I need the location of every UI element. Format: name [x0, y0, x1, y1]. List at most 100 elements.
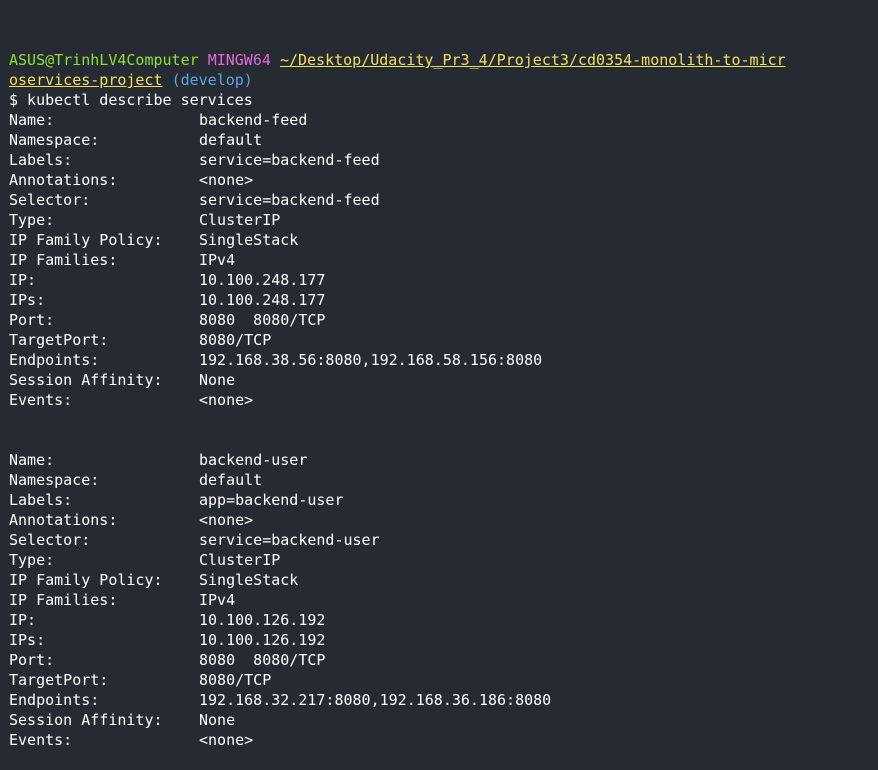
field-value: 8080/TCP	[199, 671, 272, 689]
field-value: default	[199, 471, 263, 489]
service-field-line: Session Affinity: None	[9, 710, 878, 730]
field-value: service=backend-user	[199, 531, 380, 549]
service-field-line: Port: 8080 8080/TCP	[9, 310, 878, 330]
field-key: Annotations:	[9, 511, 118, 529]
field-key: IPs:	[9, 631, 46, 649]
field-value: <none>	[199, 391, 254, 409]
service-field-line: IP Families: IPv4	[9, 590, 878, 610]
service-field-line: IP: 10.100.248.177	[9, 270, 878, 290]
service-field-line: IP Family Policy: SingleStack	[9, 230, 878, 250]
field-value: 10.100.126.192	[199, 611, 326, 629]
service-field-line: Type: ClusterIP	[9, 210, 878, 230]
field-key: IP Family Policy:	[9, 231, 163, 249]
field-key: Namespace:	[9, 131, 100, 149]
prompt-git-branch: (develop)	[171, 71, 253, 89]
field-key: IPs:	[9, 291, 46, 309]
field-key: Selector:	[9, 191, 91, 209]
field-key: IP:	[9, 271, 37, 289]
service-field-line: Namespace: default	[9, 130, 878, 150]
service-field-line: Type: ClusterIP	[9, 550, 878, 570]
field-value: SingleStack	[199, 571, 299, 589]
terminal-window[interactable]: ASUS@TrinhLV4Computer MINGW64 ~/Desktop/…	[0, 0, 878, 749]
field-value: 10.100.126.192	[199, 631, 326, 649]
field-value: ClusterIP	[199, 551, 281, 569]
field-value: default	[199, 131, 263, 149]
service-field-line: IPs: 10.100.248.177	[9, 290, 878, 310]
service-field-line: Annotations: <none>	[9, 170, 878, 190]
field-key: Session Affinity:	[9, 371, 163, 389]
field-key: Annotations:	[9, 171, 118, 189]
field-key: Name:	[9, 111, 55, 129]
field-value: 8080/TCP	[199, 331, 272, 349]
prompt-shell-name: MINGW64	[207, 51, 271, 69]
field-value: 10.100.248.177	[199, 271, 326, 289]
field-key: Port:	[9, 651, 55, 669]
prompt-line: ASUS@TrinhLV4Computer MINGW64 ~/Desktop/…	[9, 50, 878, 70]
service-field-line: Events: <none>	[9, 730, 878, 750]
service-field-line: Namespace: default	[9, 470, 878, 490]
field-value: <none>	[199, 171, 254, 189]
service-field-line: IP Family Policy: SingleStack	[9, 570, 878, 590]
command-line: $ kubectl describe services	[9, 91, 253, 109]
field-value: ClusterIP	[199, 211, 281, 229]
field-value: None	[199, 711, 236, 729]
service-field-line: Annotations: <none>	[9, 510, 878, 530]
field-key: Type:	[9, 551, 55, 569]
describe-output: Name: backend-feed Namespace: default Labels…	[9, 110, 878, 750]
field-value: 192.168.32.217:8080,192.168.36.186:8080	[199, 691, 552, 709]
field-value: SingleStack	[199, 231, 299, 249]
field-key: Events:	[9, 731, 73, 749]
service-field-line: Name: backend-user	[9, 450, 878, 470]
field-key: Selector:	[9, 531, 91, 549]
field-value: 192.168.38.56:8080,192.168.58.156:8080	[199, 351, 543, 369]
field-value: IPv4	[199, 251, 236, 269]
field-value: IPv4	[199, 591, 236, 609]
field-key: IP Families:	[9, 591, 118, 609]
field-value: <none>	[199, 731, 254, 749]
field-key: Events:	[9, 391, 73, 409]
field-value: <none>	[199, 511, 254, 529]
field-value: 8080 8080/TCP	[199, 311, 326, 329]
field-value: 8080 8080/TCP	[199, 651, 326, 669]
field-value: backend-user	[199, 451, 308, 469]
field-value: None	[199, 371, 236, 389]
field-key: Endpoints:	[9, 351, 100, 369]
prompt-line-continued: oservices-project (develop)	[9, 70, 878, 90]
prompt-path-continued: oservices-project	[9, 71, 163, 89]
service-field-line: IP: 10.100.126.192	[9, 610, 878, 630]
service-field-line: TargetPort: 8080/TCP	[9, 670, 878, 690]
field-key: TargetPort:	[9, 331, 109, 349]
field-value: app=backend-user	[199, 491, 344, 509]
service-field-line: Port: 8080 8080/TCP	[9, 650, 878, 670]
service-field-line: Selector: service=backend-user	[9, 530, 878, 550]
prompt-user-host: ASUS@TrinhLV4Computer	[9, 51, 199, 69]
field-key: Port:	[9, 311, 55, 329]
service-field-line: TargetPort: 8080/TCP	[9, 330, 878, 350]
service-field-line: Labels: app=backend-user	[9, 490, 878, 510]
field-key: Labels:	[9, 491, 73, 509]
service-field-line: Endpoints: 192.168.32.217:8080,192.168.36…	[9, 690, 878, 710]
field-value: service=backend-feed	[199, 191, 380, 209]
service-field-line: Name: backend-feed	[9, 110, 878, 130]
field-key: Session Affinity:	[9, 711, 163, 729]
field-key: IP Families:	[9, 251, 118, 269]
service-field-line: IPs: 10.100.126.192	[9, 630, 878, 650]
service-field-line: Session Affinity: None	[9, 370, 878, 390]
field-value: 10.100.248.177	[199, 291, 326, 309]
field-key: Type:	[9, 211, 55, 229]
field-value: service=backend-feed	[199, 151, 380, 169]
field-key: TargetPort:	[9, 671, 109, 689]
field-key: IP:	[9, 611, 37, 629]
service-block: Name: backend-feed Namespace: default Labels…	[9, 110, 878, 410]
field-key: Labels:	[9, 151, 73, 169]
service-field-line: Labels: service=backend-feed	[9, 150, 878, 170]
service-field-line: IP Families: IPv4	[9, 250, 878, 270]
service-field-line: Endpoints: 192.168.38.56:8080,192.168.58.…	[9, 350, 878, 370]
field-value: backend-feed	[199, 111, 308, 129]
service-block: Name: backend-user Namespace: default Labels…	[9, 450, 878, 750]
service-field-line: Selector: service=backend-feed	[9, 190, 878, 210]
field-key: Endpoints:	[9, 691, 100, 709]
service-field-line: Events: <none>	[9, 390, 878, 410]
